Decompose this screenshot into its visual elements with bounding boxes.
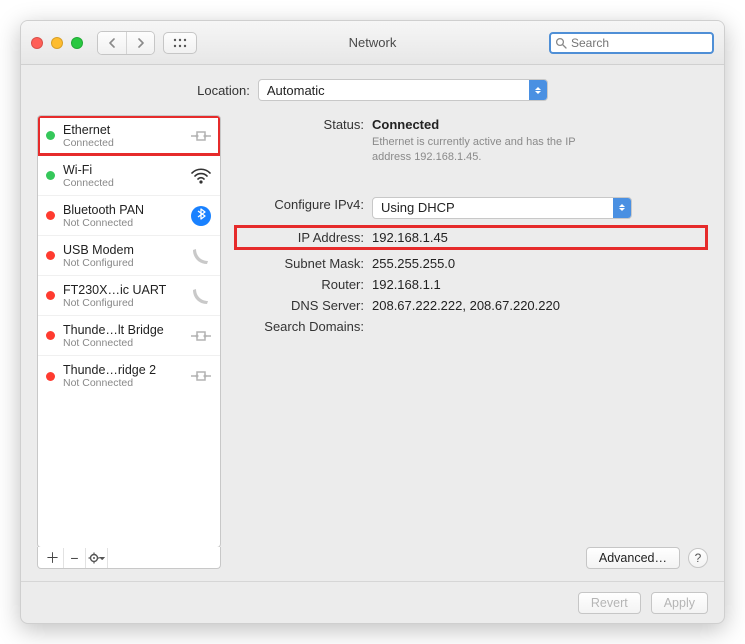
sidebar-item-status: Not Configured [63,257,188,269]
titlebar: Network [21,21,724,65]
sidebar-item-wifi[interactable]: Wi-Fi Connected [38,156,220,196]
minimize-button[interactable] [51,37,63,49]
sidebar-item-label: Thunde…lt Bridge [63,323,188,337]
nav-buttons [97,31,155,55]
status-dot-icon [46,211,55,220]
status-dot-icon [46,171,55,180]
sidebar-item-status: Not Connected [63,217,188,229]
sidebar-item-label: FT230X…ic UART [63,283,188,297]
window-controls [31,37,83,49]
sidebar-item-label: Wi-Fi [63,163,188,177]
sidebar-item-thunderbolt-bridge[interactable]: Thunde…lt Bridge Not Connected [38,316,220,356]
configure-ipv4-label: Configure IPv4: [237,197,372,212]
phone-icon [188,283,214,309]
status-dot-icon [46,251,55,260]
phone-icon [188,243,214,269]
gear-icon [88,552,106,564]
action-menu-button[interactable] [86,548,108,568]
revert-button[interactable]: Revert [578,592,641,614]
sidebar-item-status: Not Connected [63,337,188,349]
sidebar-item-status: Not Configured [63,297,188,309]
status-description: Ethernet is currently active and has the… [372,135,612,165]
apply-button[interactable]: Apply [651,592,708,614]
content-area: Ethernet Connected Wi-Fi Connected [21,115,724,581]
search-icon [555,37,567,49]
subnet-mask-label: Subnet Mask: [237,256,372,271]
sidebar-item-ft230x-uart[interactable]: FT230X…ic UART Not Configured [38,276,220,316]
status-label: Status: [237,117,372,132]
sidebar-item-bluetooth-pan[interactable]: Bluetooth PAN Not Connected [38,196,220,236]
router-label: Router: [237,277,372,292]
chevron-updown-icon [529,80,547,100]
ip-address-label: IP Address: [237,230,372,245]
wifi-icon [188,163,214,189]
sidebar-item-status: Not Connected [63,377,188,389]
location-row: Location: Automatic [21,65,724,115]
sidebar-item-label: Bluetooth PAN [63,203,188,217]
sidebar-item-usb-modem[interactable]: USB Modem Not Configured [38,236,220,276]
status-dot-icon [46,131,55,140]
advanced-button[interactable]: Advanced… [586,547,680,569]
search-input[interactable] [567,36,725,50]
bluetooth-icon [188,203,214,229]
chevron-updown-icon [613,198,631,218]
sidebar-item-status: Connected [63,177,188,189]
sidebar-item-label: USB Modem [63,243,188,257]
search-field[interactable] [549,32,714,54]
highlight-box: IP Address: 192.168.1.45 [234,225,708,250]
status-dot-icon [46,331,55,340]
sidebar-item-ethernet[interactable]: Ethernet Connected [38,116,220,156]
search-domains-label: Search Domains: [237,319,372,334]
add-service-button[interactable]: ＋ [42,548,64,568]
configure-ipv4-select[interactable]: Using DHCP [372,197,632,219]
dns-server-label: DNS Server: [237,298,372,313]
remove-service-button[interactable]: − [64,548,86,568]
bottom-bar: Revert Apply [21,581,724,623]
sidebar-footer: ＋ − [37,547,221,569]
zoom-button[interactable] [71,37,83,49]
network-preferences-window: Network Location: Automatic Ethernet Con… [20,20,725,624]
sidebar: Ethernet Connected Wi-Fi Connected [37,115,221,569]
connection-list: Ethernet Connected Wi-Fi Connected [37,115,221,548]
close-button[interactable] [31,37,43,49]
sidebar-item-label: Thunde…ridge 2 [63,363,188,377]
configure-ipv4-value: Using DHCP [381,200,455,215]
dns-server-value: 208.67.222.222, 208.67.220.220 [372,298,708,313]
status-dot-icon [46,291,55,300]
show-all-button[interactable] [163,32,197,54]
location-select[interactable]: Automatic [258,79,548,101]
help-button[interactable]: ? [688,548,708,568]
ethernet-icon [188,363,214,389]
sidebar-item-label: Ethernet [63,123,188,137]
status-value: Connected [372,117,708,132]
subnet-mask-value: 255.255.255.0 [372,256,708,271]
ethernet-icon [188,123,214,149]
ip-address-value: 192.168.1.45 [372,230,448,245]
status-dot-icon [46,372,55,381]
sidebar-item-status: Connected [63,137,188,149]
location-label: Location: [197,83,250,98]
router-value: 192.168.1.1 [372,277,708,292]
back-button[interactable] [98,32,126,54]
ethernet-icon [188,323,214,349]
forward-button[interactable] [126,32,154,54]
detail-pane: Status: Connected Ethernet is currently … [237,115,708,569]
sidebar-item-thunderbolt-bridge-2[interactable]: Thunde…ridge 2 Not Connected [38,356,220,396]
location-value: Automatic [267,83,325,98]
